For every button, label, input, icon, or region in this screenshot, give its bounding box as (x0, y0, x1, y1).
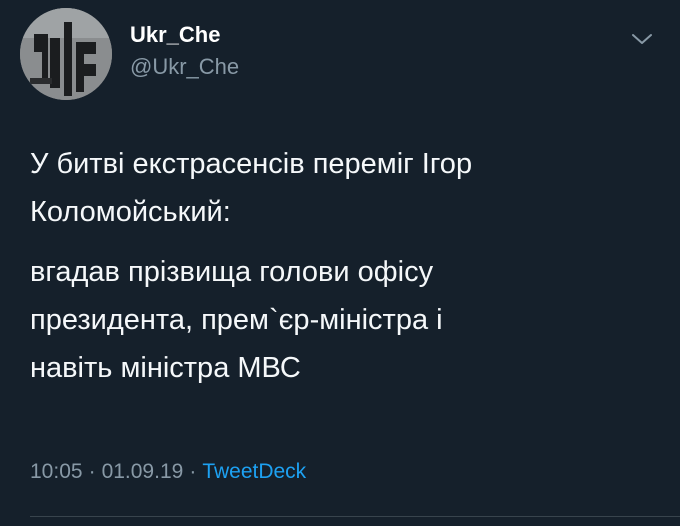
divider (30, 516, 680, 517)
tweet-line: У битві екстрасенсів переміг Ігор (30, 148, 473, 180)
tweet-card: Ukr_Che @Ukr_Che У битві екстрасенсів пе… (0, 0, 680, 526)
author-handle[interactable]: @Ukr_Che (130, 54, 239, 80)
tweet-line: президента, прем`єр-міністра і (30, 304, 443, 336)
author-avatar[interactable] (20, 8, 112, 100)
tweet-menu-button[interactable] (630, 30, 654, 48)
meta-separator: · (88, 460, 96, 483)
tweet-paragraph-1: У битві екстрасенсів переміг Ігор Коломо… (30, 140, 660, 236)
tweet-paragraph-2: вгадав прізвища голови офісу президента,… (30, 248, 660, 392)
tweet-source-link[interactable]: TweetDeck (202, 460, 306, 483)
meta-separator: · (189, 460, 197, 483)
chevron-down-icon (632, 34, 652, 44)
logo-avatar (20, 8, 112, 100)
tweet-line: навіть міністра МВС (30, 352, 301, 384)
tweet-time[interactable]: 10:05 (30, 460, 83, 483)
tweet-meta: 10:05 · 01.09.19 · TweetDeck (30, 460, 306, 484)
tweet-date[interactable]: 01.09.19 (102, 460, 184, 483)
tweet-text: У битві екстрасенсів переміг Ігор Коломо… (30, 140, 660, 392)
tweet-line: Коломойський: (30, 196, 231, 228)
tweet-line: вгадав прізвища голови офісу (30, 256, 434, 288)
author-display-name[interactable]: Ukr_Che (130, 22, 220, 48)
